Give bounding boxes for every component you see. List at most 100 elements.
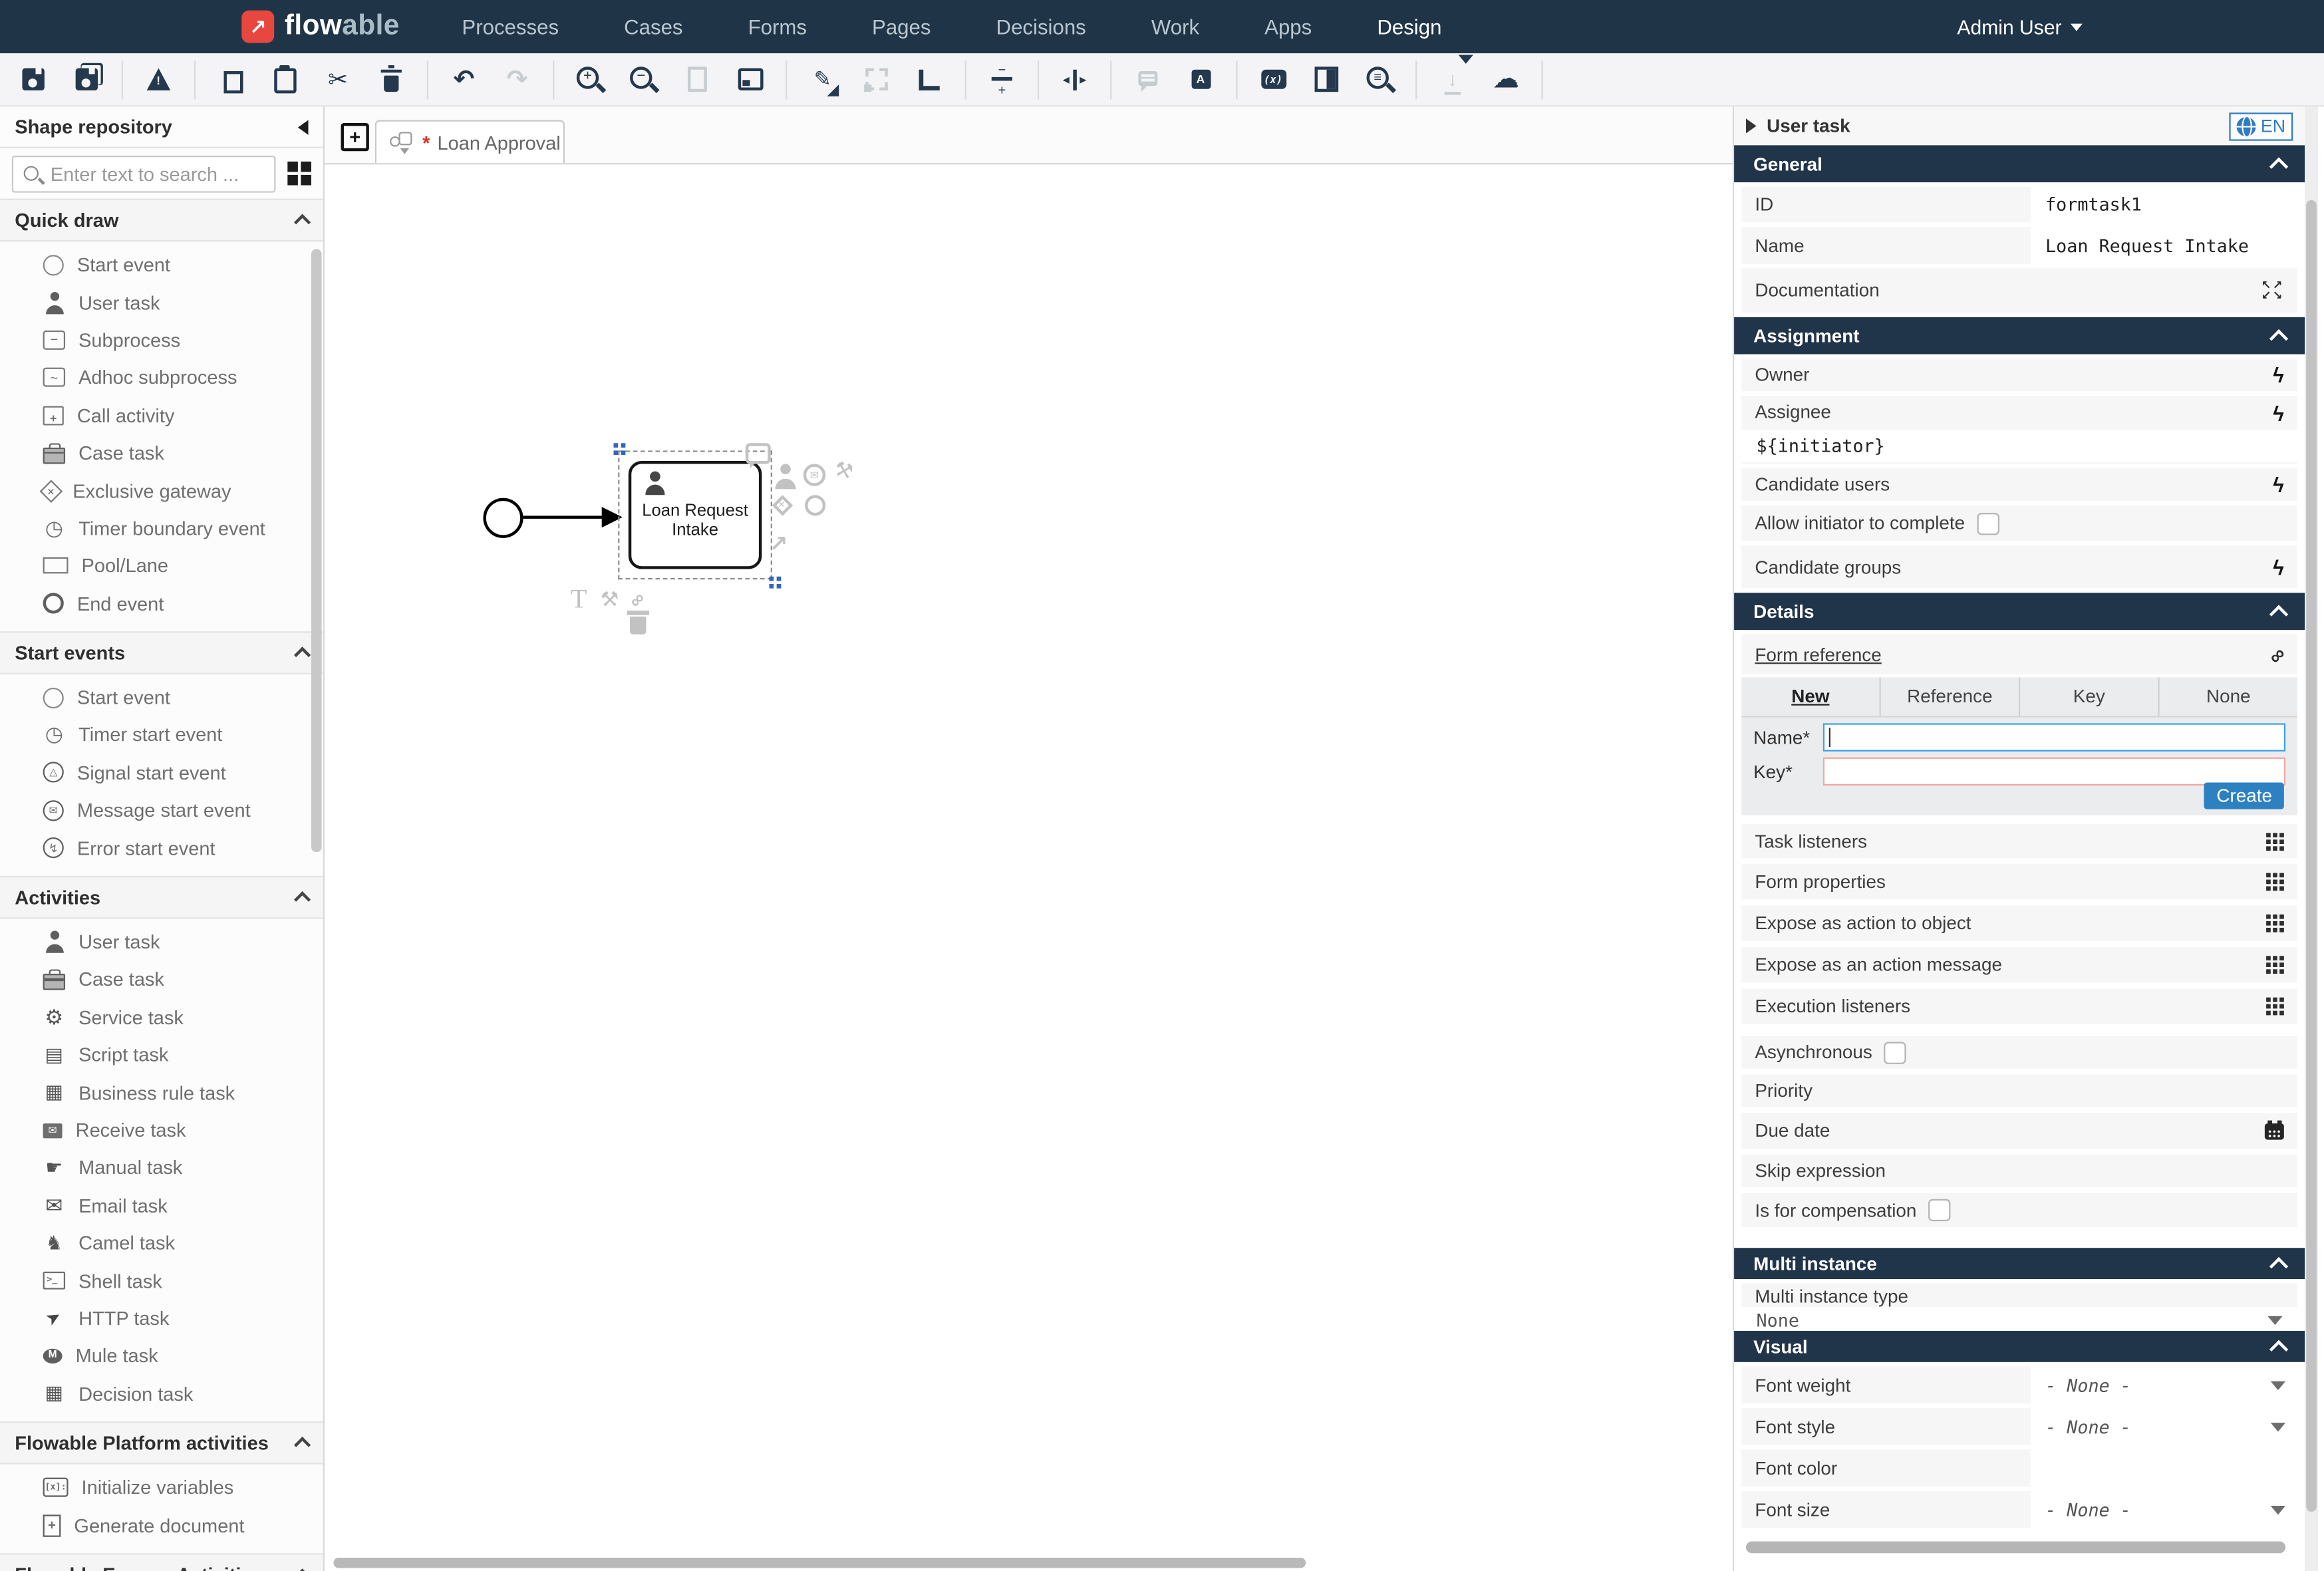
section-header[interactable]: Flowable Engage Activities bbox=[0, 1553, 323, 1571]
form-tab[interactable]: New bbox=[1741, 677, 1880, 716]
form-tab[interactable]: None bbox=[2160, 677, 2297, 716]
documentation-row[interactable]: Documentation bbox=[1741, 268, 2297, 313]
shape-item[interactable]: Script task bbox=[0, 1036, 323, 1074]
shape-item[interactable]: Start event bbox=[0, 678, 323, 716]
section-details[interactable]: Details bbox=[1734, 593, 2305, 630]
flowable-logo[interactable]: flowable bbox=[241, 11, 400, 43]
grid-icon[interactable] bbox=[2266, 998, 2284, 1016]
expose-action-object-row[interactable]: Expose as action to object bbox=[1741, 906, 2297, 941]
create-button[interactable]: Create bbox=[2205, 783, 2284, 809]
calendar-icon[interactable] bbox=[2265, 1123, 2284, 1139]
font-color-field[interactable] bbox=[2031, 1449, 2297, 1487]
assignee-field[interactable]: ${initiator} bbox=[1741, 430, 2297, 462]
asynchronous-checkbox[interactable] bbox=[1884, 1041, 1906, 1063]
shape-item[interactable]: Subprocess bbox=[0, 321, 323, 359]
shape-item[interactable]: Camel task bbox=[0, 1224, 323, 1262]
text-icon[interactable] bbox=[571, 584, 587, 615]
resize-handle[interactable] bbox=[769, 577, 774, 581]
nav-item[interactable]: Forms bbox=[748, 15, 807, 39]
grid-icon[interactable] bbox=[2266, 915, 2284, 932]
new-tab-button[interactable] bbox=[341, 123, 369, 151]
nav-item[interactable]: Cases bbox=[624, 15, 682, 39]
skip-expression-row[interactable]: Skip expression bbox=[1741, 1155, 2297, 1187]
section-header[interactable]: Start events bbox=[0, 631, 323, 674]
owner-row[interactable]: Owner bbox=[1741, 358, 2297, 391]
expand-icon[interactable] bbox=[2261, 280, 2284, 301]
expression-bolt-icon[interactable] bbox=[2273, 473, 2284, 497]
section-header[interactable]: Quick draw bbox=[0, 199, 323, 242]
shape-item[interactable]: User task bbox=[0, 923, 323, 961]
shape-item[interactable]: Receive task bbox=[0, 1111, 323, 1149]
properties-scrollbar[interactable] bbox=[2306, 200, 2317, 1512]
grid-icon[interactable] bbox=[2266, 832, 2284, 850]
settings-wrench-icon[interactable] bbox=[600, 587, 619, 612]
shape-item[interactable]: Email task bbox=[0, 1187, 323, 1224]
language-button[interactable]: EN bbox=[2230, 112, 2293, 140]
font-weight-select[interactable]: - None - bbox=[2031, 1367, 2297, 1404]
nav-item[interactable]: Work bbox=[1151, 15, 1199, 39]
due-date-row[interactable]: Due date bbox=[1741, 1113, 2297, 1148]
task-listeners-row[interactable]: Task listeners bbox=[1741, 824, 2297, 858]
section-assignment[interactable]: Assignment bbox=[1734, 317, 2305, 355]
candidate-users-row[interactable]: Candidate users bbox=[1741, 468, 2297, 501]
grid-view-icon[interactable] bbox=[287, 162, 311, 186]
section-header[interactable]: Activities bbox=[0, 876, 323, 919]
undo-button[interactable] bbox=[442, 60, 486, 98]
grid-icon[interactable] bbox=[2266, 956, 2284, 974]
compensation-checkbox[interactable] bbox=[1928, 1199, 1950, 1221]
zoom-out-button[interactable] bbox=[621, 60, 666, 98]
shape-item[interactable]: HTTP task bbox=[0, 1300, 323, 1338]
section-header[interactable]: Flowable Platform activities bbox=[0, 1421, 323, 1465]
link-icon[interactable] bbox=[2263, 641, 2290, 668]
comment-bubble-icon[interactable] bbox=[746, 443, 771, 464]
translations-button[interactable] bbox=[1179, 60, 1223, 98]
exclusive-gateway-icon[interactable] bbox=[772, 495, 794, 516]
shape-item[interactable]: Timer start event bbox=[0, 716, 323, 754]
shape-item[interactable]: Message start event bbox=[0, 791, 323, 829]
form-reference-label[interactable]: Form reference bbox=[1755, 644, 1881, 664]
shape-item[interactable]: Exclusive gateway bbox=[0, 472, 323, 509]
nav-item[interactable]: Processes bbox=[462, 15, 559, 39]
align-left-button[interactable] bbox=[907, 60, 952, 98]
delete-button[interactable] bbox=[369, 60, 414, 98]
nav-item[interactable]: Pages bbox=[872, 15, 931, 39]
grid-icon[interactable] bbox=[2266, 873, 2284, 891]
section-general[interactable]: General bbox=[1734, 145, 2305, 182]
wrench-icon[interactable] bbox=[831, 456, 856, 486]
shape-item[interactable]: Decision task bbox=[0, 1375, 323, 1413]
cut-button[interactable] bbox=[316, 60, 361, 98]
paste-button[interactable] bbox=[262, 60, 307, 98]
shape-item[interactable]: Initialize variables bbox=[0, 1469, 323, 1506]
allow-initiator-checkbox[interactable] bbox=[1977, 512, 1999, 534]
zoom-in-button[interactable] bbox=[567, 60, 612, 98]
multi-instance-type-select[interactable]: None bbox=[1741, 1307, 2297, 1332]
section-multi-instance[interactable]: Multi instance bbox=[1734, 1248, 2305, 1279]
form-properties-row[interactable]: Form properties bbox=[1741, 864, 2297, 899]
font-size-select[interactable]: - None - bbox=[2031, 1491, 2297, 1528]
shape-item[interactable]: Service task bbox=[0, 998, 323, 1036]
start-event-node[interactable] bbox=[483, 498, 523, 538]
shape-item[interactable]: Pool/Lane bbox=[0, 547, 323, 585]
compare-models-button[interactable] bbox=[1304, 60, 1349, 98]
redo-button[interactable] bbox=[495, 60, 539, 98]
shape-item[interactable]: Case task bbox=[0, 961, 323, 999]
save-button[interactable] bbox=[11, 60, 55, 98]
form-tab[interactable]: Reference bbox=[1881, 677, 2020, 716]
distribute-horizontal-button[interactable] bbox=[1052, 60, 1097, 98]
align-vertical-button[interactable] bbox=[980, 60, 1024, 98]
nav-item[interactable]: Decisions bbox=[996, 15, 1086, 39]
shape-item[interactable]: Timer boundary event bbox=[0, 509, 323, 547]
shape-item[interactable]: Call activity bbox=[0, 396, 323, 434]
nav-item[interactable]: Design bbox=[1377, 15, 1441, 39]
end-event-icon[interactable] bbox=[805, 495, 825, 515]
shape-item[interactable]: Case task bbox=[0, 434, 323, 472]
expose-action-message-row[interactable]: Expose as an action message bbox=[1741, 947, 2297, 982]
expression-bolt-icon[interactable] bbox=[2273, 363, 2284, 387]
name-field[interactable]: Loan Request Intake bbox=[2031, 227, 2297, 264]
form-key-input[interactable] bbox=[1823, 758, 2285, 786]
message-event-icon[interactable] bbox=[803, 464, 825, 486]
resize-handle[interactable] bbox=[614, 443, 619, 448]
expressions-button[interactable] bbox=[1251, 60, 1296, 98]
sidebar-scrollbar[interactable] bbox=[311, 249, 322, 852]
user-task-icon[interactable] bbox=[772, 464, 798, 489]
